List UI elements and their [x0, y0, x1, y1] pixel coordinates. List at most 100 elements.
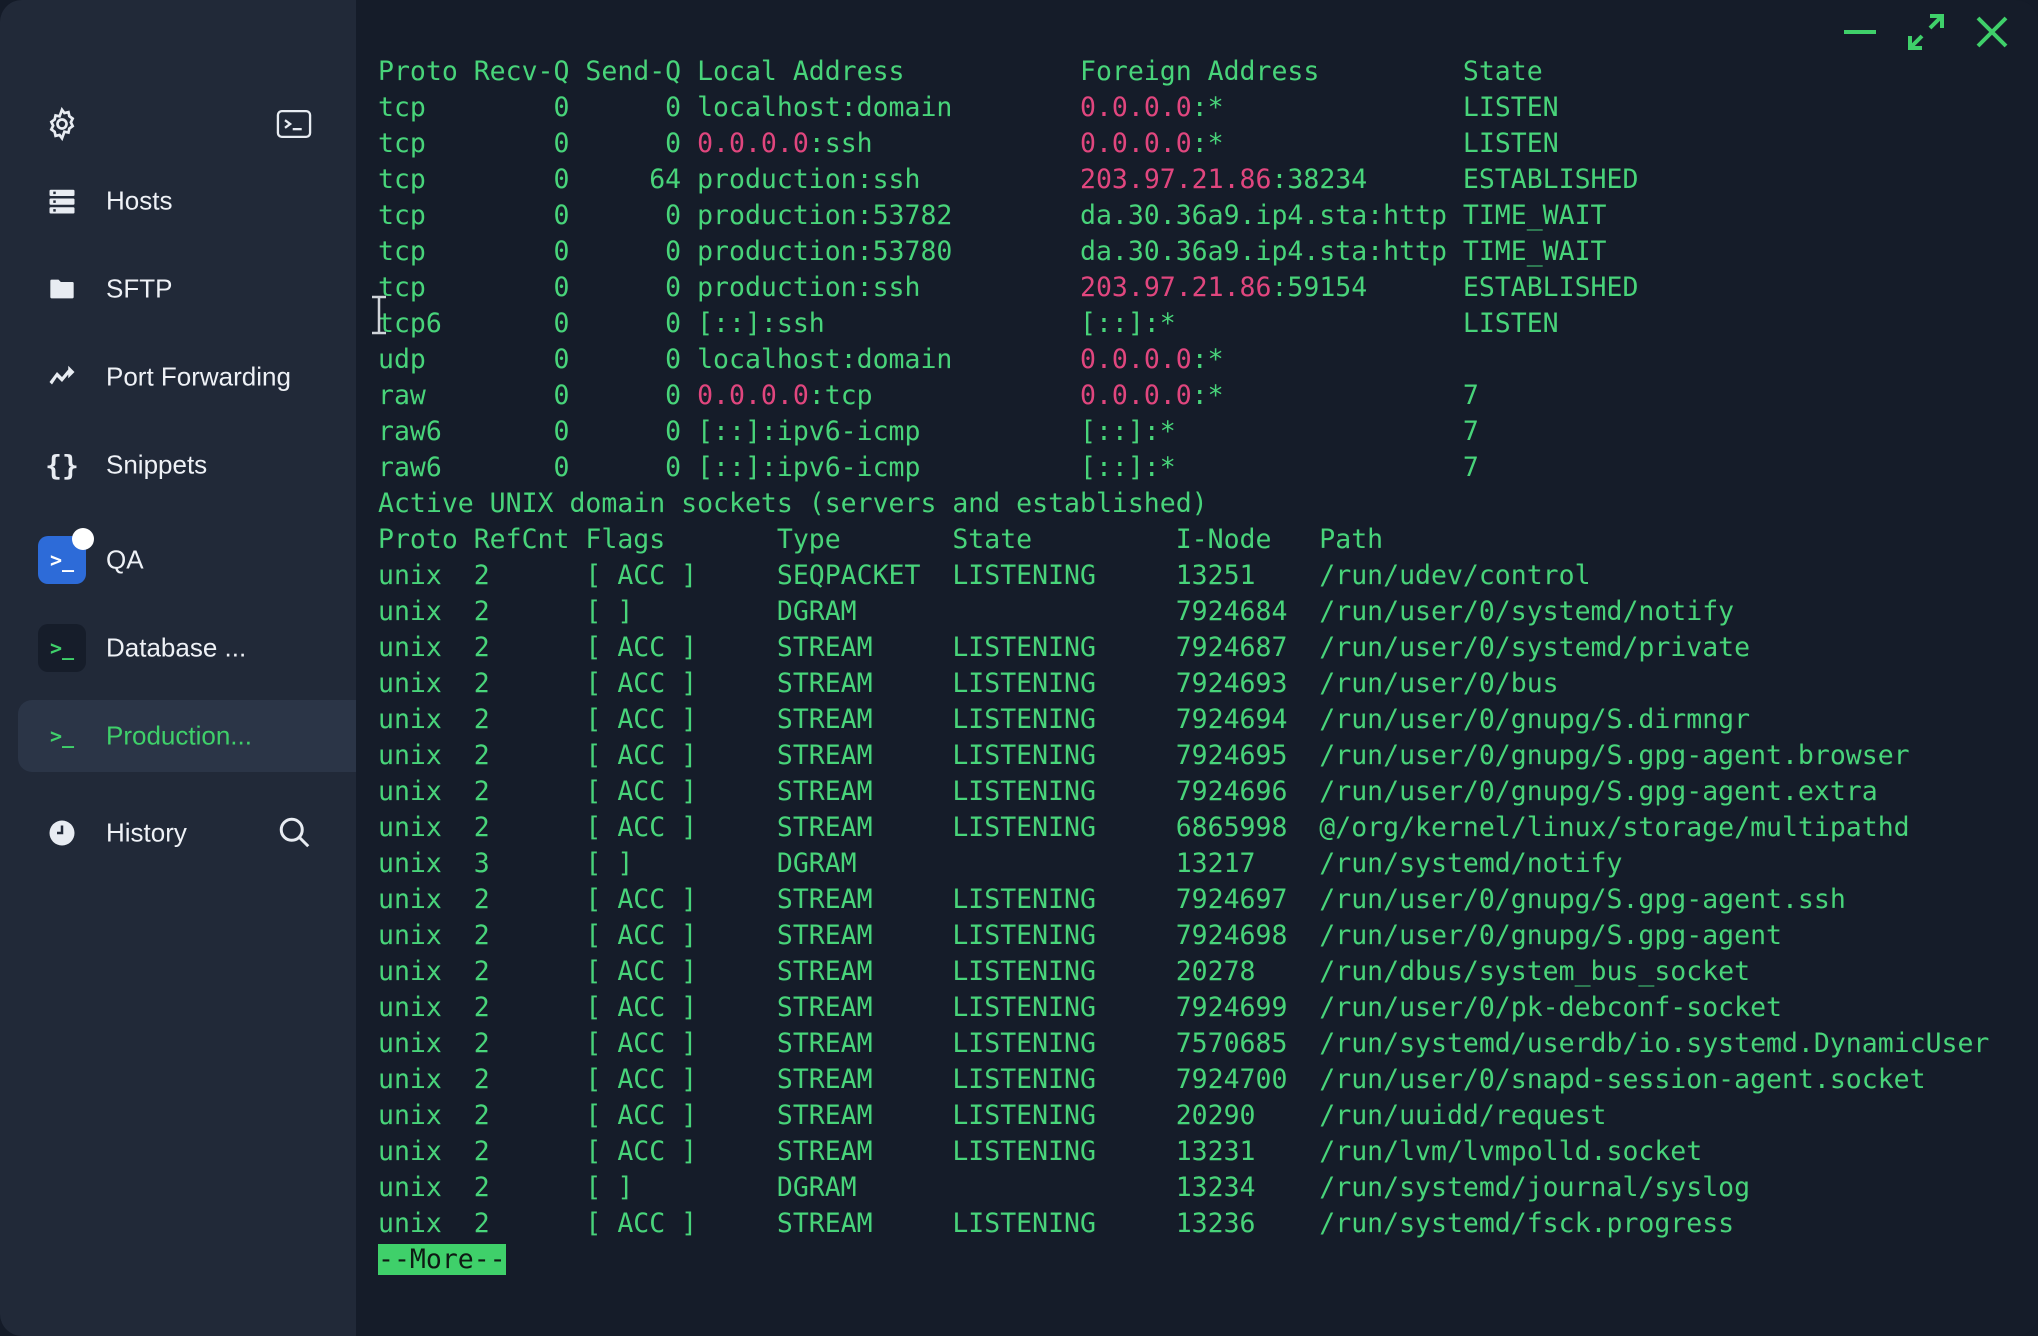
terminal-text: unix 2 [ ACC ] STREAM LISTENING 7924695 … — [378, 740, 1910, 771]
highlighted-address: 0.0.0.0 — [697, 380, 809, 411]
prompt-glyph: >_ — [49, 724, 75, 748]
terminal-line: unix 2 [ ACC ] SEQPACKET LISTENING 13251… — [378, 558, 1989, 594]
sidebar-top-icons — [0, 106, 356, 146]
gear-icon[interactable] — [44, 106, 80, 142]
terminal-text: :* LISTEN — [1191, 92, 1559, 123]
terminal-text: unix 2 [ ACC ] STREAM LISTENING 13236 /r… — [378, 1208, 1735, 1239]
prompt-glyph: >_ — [49, 548, 75, 572]
terminal-line: Proto RefCnt Flags Type State I-Node Pat… — [378, 522, 1989, 558]
close-icon[interactable] — [1970, 10, 2014, 54]
clock-icon — [44, 815, 80, 851]
terminal-text: unix 2 [ ACC ] STREAM LISTENING 13231 /r… — [378, 1136, 1703, 1167]
terminal-text: tcp 0 0 production:ssh — [378, 272, 1080, 303]
terminal-text: tcp 0 64 production:ssh — [378, 164, 1080, 195]
highlighted-address: 203.97.21.86 — [1080, 272, 1272, 303]
terminal-line: Active UNIX domain sockets (servers and … — [378, 486, 1989, 522]
highlighted-address: 0.0.0.0 — [1080, 380, 1192, 411]
minimize-icon[interactable] — [1838, 10, 1882, 54]
terminal-line: unix 3 [ ] DGRAM 13217 /run/systemd/noti… — [378, 846, 1989, 882]
sidebar-item-label: Hosts — [106, 185, 173, 216]
terminal-text: unix 2 [ ACC ] STREAM LISTENING 7924699 … — [378, 992, 1782, 1023]
host-badge-box: >_ — [38, 712, 86, 760]
terminal-text: unix 2 [ ACC ] STREAM LISTENING 7924694 … — [378, 704, 1751, 735]
terminal-text: tcp 0 0 production:53780 da.30.36a9.ip4.… — [378, 236, 1607, 267]
terminal-line: tcp 0 0 production:53780 da.30.36a9.ip4.… — [378, 234, 1989, 270]
folder-icon — [44, 271, 80, 307]
terminal-text: unix 2 [ ] DGRAM 13234 /run/systemd/jour… — [378, 1172, 1751, 1203]
terminal-line: raw 0 0 0.0.0.0:tcp 0.0.0.0:* 7 — [378, 378, 1989, 414]
braces-icon: {} — [45, 448, 79, 482]
terminal-text: raw6 0 0 [::]:ipv6-icmp [::]:* 7 — [378, 452, 1479, 483]
sidebar-item-snippets[interactable]: {} Snippets — [18, 429, 356, 501]
terminal-line: tcp 0 0 0.0.0.0:ssh 0.0.0.0:* LISTEN — [378, 126, 1989, 162]
terminal-text: Proto Recv-Q Send-Q Local Address Foreig… — [378, 56, 1543, 87]
sidebar-item-history[interactable]: History — [18, 797, 258, 869]
terminal-line: tcp 0 64 production:ssh 203.97.21.86:382… — [378, 162, 1989, 198]
pager-line: --More-- — [378, 1242, 1989, 1278]
terminal-text: unix 2 [ ACC ] STREAM LISTENING 7924697 … — [378, 884, 1846, 915]
terminal-line: tcp 0 0 production:ssh 203.97.21.86:5915… — [378, 270, 1989, 306]
terminal-line: unix 2 [ ACC ] STREAM LISTENING 7570685 … — [378, 1026, 1989, 1062]
hosts-icon — [44, 183, 80, 219]
sidebar-host-qa[interactable]: >_ QA — [18, 524, 356, 596]
host-terminal-icon: >_ — [38, 712, 86, 760]
terminal-line: Proto Recv-Q Send-Q Local Address Foreig… — [378, 54, 1989, 90]
terminal-text: unix 3 [ ] DGRAM 13217 /run/systemd/noti… — [378, 848, 1623, 879]
terminal-text: unix 2 [ ACC ] STREAM LISTENING 7924700 … — [378, 1064, 1926, 1095]
terminal-text: unix 2 [ ACC ] STREAM LISTENING 7570685 … — [378, 1028, 1990, 1059]
terminal-line: unix 2 [ ] DGRAM 13234 /run/systemd/jour… — [378, 1170, 1989, 1206]
terminal-line: unix 2 [ ACC ] STREAM LISTENING 6865998 … — [378, 810, 1989, 846]
terminal-line: unix 2 [ ACC ] STREAM LISTENING 7924694 … — [378, 702, 1989, 738]
host-badge-box: >_ — [38, 528, 94, 584]
maximize-icon[interactable] — [1904, 10, 1948, 54]
terminal-line: unix 2 [ ACC ] STREAM LISTENING 7924696 … — [378, 774, 1989, 810]
sidebar-item-sftp[interactable]: SFTP — [18, 253, 356, 325]
terminal-icon[interactable] — [276, 108, 312, 140]
terminal-line: raw6 0 0 [::]:ipv6-icmp [::]:* 7 — [378, 450, 1989, 486]
host-terminal-icon: >_ — [38, 528, 94, 584]
prompt-glyph: >_ — [49, 636, 75, 660]
terminal-text: unix 2 [ ACC ] STREAM LISTENING 7924693 … — [378, 668, 1559, 699]
terminal-text: unix 2 [ ACC ] STREAM LISTENING 7924696 … — [378, 776, 1878, 807]
sidebar-item-label: Port Forwarding — [106, 361, 291, 392]
terminal-text: :tcp — [808, 380, 1081, 411]
terminal-text: :ssh — [808, 128, 1081, 159]
highlighted-address: 0.0.0.0 — [1080, 92, 1192, 123]
highlighted-address: 0.0.0.0 — [1080, 344, 1192, 375]
sidebar-host-production[interactable]: >_ Production... — [18, 700, 356, 772]
terminal-text: :* — [1191, 344, 1224, 375]
app-window: Hosts SFTP Port Forwarding {} Snippets >… — [0, 0, 2038, 1336]
terminal-line: unix 2 [ ACC ] STREAM LISTENING 20278 /r… — [378, 954, 1989, 990]
terminal-text: unix 2 [ ACC ] STREAM LISTENING 7924687 … — [378, 632, 1751, 663]
terminal-text: unix 2 [ ACC ] SEQPACKET LISTENING 13251… — [378, 560, 1591, 591]
terminal-text: tcp 0 0 localhost:domain — [378, 92, 1080, 123]
sidebar-host-database[interactable]: >_ Database ... — [18, 612, 356, 684]
highlighted-address: 0.0.0.0 — [1080, 128, 1192, 159]
terminal-output[interactable]: Proto Recv-Q Send-Q Local Address Foreig… — [378, 54, 1989, 1278]
terminal-text: raw 0 0 — [378, 380, 698, 411]
terminal-text: Active UNIX domain sockets (servers and … — [378, 488, 1208, 519]
terminal-line: unix 2 [ ACC ] STREAM LISTENING 20290 /r… — [378, 1098, 1989, 1134]
terminal-line: unix 2 [ ACC ] STREAM LISTENING 7924698 … — [378, 918, 1989, 954]
terminal-text: :* 7 — [1191, 380, 1479, 411]
terminal-line: raw6 0 0 [::]:ipv6-icmp [::]:* 7 — [378, 414, 1989, 450]
terminal-text: :38234 ESTABLISHED — [1271, 164, 1639, 195]
terminal-line: unix 2 [ ACC ] STREAM LISTENING 7924697 … — [378, 882, 1989, 918]
terminal-line: udp 0 0 localhost:domain 0.0.0.0:* — [378, 342, 1989, 378]
terminal-text: tcp 0 0 production:53782 da.30.36a9.ip4.… — [378, 200, 1607, 231]
terminal-text: Proto RefCnt Flags Type State I-Node Pat… — [378, 524, 1384, 555]
terminal-line: tcp6 0 0 [::]:ssh [::]:* LISTEN — [378, 306, 1989, 342]
sidebar-item-hosts[interactable]: Hosts — [18, 165, 356, 237]
sidebar-item-port-forwarding[interactable]: Port Forwarding — [18, 341, 356, 413]
more-prompt[interactable]: --More-- — [378, 1244, 506, 1275]
sidebar-item-label: History — [106, 817, 187, 848]
terminal-text: :59154 ESTABLISHED — [1271, 272, 1639, 303]
search-icon[interactable] — [276, 814, 312, 850]
text-cursor-icon — [372, 295, 386, 335]
terminal-line: unix 2 [ ACC ] STREAM LISTENING 7924693 … — [378, 666, 1989, 702]
highlighted-address: 203.97.21.86 — [1080, 164, 1272, 195]
terminal-line: unix 2 [ ACC ] STREAM LISTENING 7924700 … — [378, 1062, 1989, 1098]
terminal-text: unix 2 [ ] DGRAM 7924684 /run/user/0/sys… — [378, 596, 1735, 627]
sidebar-item-label: Snippets — [106, 449, 208, 480]
sidebar-item-label: SFTP — [106, 273, 173, 304]
